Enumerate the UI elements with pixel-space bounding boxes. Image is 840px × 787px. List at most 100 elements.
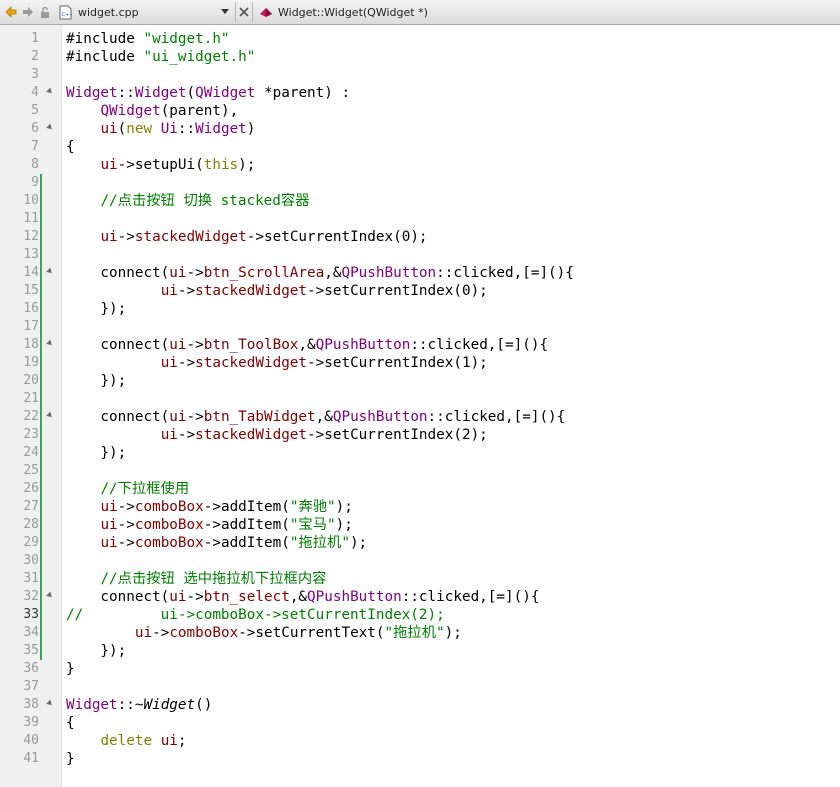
code-line[interactable]: 2 #include "ui_widget.h" xyxy=(0,48,840,66)
line-number: 14 xyxy=(23,265,39,280)
code-line[interactable]: 34 ui->comboBox->setCurrentText("拖拉机"); xyxy=(0,624,840,642)
code-line[interactable]: 6 ui(new Ui::Widget) xyxy=(0,120,840,138)
code-text: Widget::Widget(QWidget *parent) : xyxy=(66,85,351,101)
code-line[interactable]: 38 Widget::~Widget() xyxy=(0,696,840,714)
code-line[interactable]: 35 }); xyxy=(0,642,840,660)
code-text: ui->stackedWidget->setCurrentIndex(0); xyxy=(160,283,488,299)
code-line[interactable]: 30 xyxy=(0,552,840,570)
change-marker xyxy=(40,480,42,498)
fold-arrow-icon[interactable] xyxy=(46,411,54,420)
code-line[interactable]: 31 //点击按钮 选中拖拉机下拉框内容 xyxy=(0,570,840,588)
code-editor[interactable]: 1 #include "widget.h" 2 #include "ui_widget… xyxy=(0,25,840,787)
code-text: ui->comboBox->addItem("拖拉机"); xyxy=(100,535,368,551)
code-line[interactable]: 27 ui->comboBox->addItem("奔驰"); xyxy=(0,498,840,516)
code-text: { xyxy=(66,715,75,731)
code-line[interactable]: 16 }); xyxy=(0,300,840,318)
chevron-down-icon[interactable] xyxy=(221,9,229,15)
code-line[interactable]: 21 xyxy=(0,390,840,408)
code-text: } xyxy=(66,751,75,767)
change-marker xyxy=(40,372,42,390)
line-number: 11 xyxy=(23,211,39,226)
code-line[interactable]: 5 QWidget(parent), xyxy=(0,102,840,120)
fold-arrow-icon[interactable] xyxy=(46,591,54,600)
svg-text:C++: C++ xyxy=(62,12,73,18)
code-line[interactable]: 11 xyxy=(0,210,840,228)
fold-arrow-icon[interactable] xyxy=(46,267,54,276)
change-marker xyxy=(40,462,42,480)
code-line[interactable]: 36} xyxy=(0,660,840,678)
code-text: connect(ui->btn_select,&QPushButton::cli… xyxy=(66,589,540,605)
code-line[interactable]: 13 xyxy=(0,246,840,264)
code-line[interactable]: 19 ui->stackedWidget->setCurrentIndex(1)… xyxy=(0,354,840,372)
code-line[interactable]: 7{ xyxy=(0,138,840,156)
change-marker xyxy=(40,444,42,462)
file-name: widget.cpp xyxy=(78,5,139,19)
change-marker xyxy=(40,336,42,354)
file-selector[interactable]: C++ widget.cpp xyxy=(55,2,233,22)
lock-icon[interactable] xyxy=(36,2,53,22)
code-line[interactable]: 39 { xyxy=(0,714,840,732)
code-line[interactable]: 4 Widget::Widget(QWidget *parent) : xyxy=(0,84,840,102)
line-number: 29 xyxy=(23,535,39,550)
code-text: //下拉框使用 xyxy=(100,481,190,497)
fold-arrow-icon[interactable] xyxy=(46,699,54,708)
code-line[interactable]: 22 connect(ui->btn_TabWidget,&QPushButto… xyxy=(0,408,840,426)
code-line[interactable]: 14 connect(ui->btn_ScrollArea,&QPushButt… xyxy=(0,264,840,282)
line-number: 12 xyxy=(23,229,39,244)
line-number: 25 xyxy=(23,463,39,478)
change-marker xyxy=(40,354,42,372)
code-line[interactable]: 3 xyxy=(0,66,840,84)
line-number: 2 xyxy=(31,49,39,64)
line-number: 6 xyxy=(31,121,39,136)
line-number: 37 xyxy=(23,679,39,694)
change-marker xyxy=(40,588,42,606)
code-line[interactable]: 20 }); xyxy=(0,372,840,390)
fold-arrow-icon[interactable] xyxy=(46,87,54,96)
code-line[interactable]: 32 connect(ui->btn_select,&QPushButton::… xyxy=(0,588,840,606)
code-line[interactable]: 28 ui->comboBox->addItem("宝马"); xyxy=(0,516,840,534)
line-number: 24 xyxy=(23,445,39,460)
close-file-button[interactable] xyxy=(235,2,253,22)
code-line[interactable]: 26 //下拉框使用 xyxy=(0,480,840,498)
fold-arrow-icon[interactable] xyxy=(46,123,54,132)
line-number: 23 xyxy=(23,427,39,442)
code-text: }); xyxy=(66,643,127,659)
symbol-selector[interactable]: Widget::Widget(QWidget *) xyxy=(259,2,428,22)
editor-toolbar: C++ widget.cpp Widget::Widget(QWidget *) xyxy=(0,0,840,25)
code-line[interactable]: 37 xyxy=(0,678,840,696)
code-line[interactable]: 8 ui->setupUi(this); xyxy=(0,156,840,174)
code-line[interactable]: 9 xyxy=(0,174,840,192)
code-line[interactable]: 41} xyxy=(0,750,840,768)
change-marker xyxy=(40,246,42,264)
code-line[interactable]: 33 // ui->comboBox->setCurrentIndex(2); xyxy=(0,606,840,624)
code-text: delete ui; xyxy=(100,733,187,749)
code-line[interactable]: 24 }); xyxy=(0,444,840,462)
code-line[interactable]: 18 connect(ui->btn_ToolBox,&QPushButton:… xyxy=(0,336,840,354)
code-line[interactable]: 10 //点击按钮 切换 stacked容器 xyxy=(0,192,840,210)
code-text: }); xyxy=(66,373,127,389)
code-line[interactable]: 12 ui->stackedWidget->setCurrentIndex(0)… xyxy=(0,228,840,246)
line-number: 19 xyxy=(23,355,39,370)
fold-arrow-icon[interactable] xyxy=(46,339,54,348)
line-number: 7 xyxy=(31,139,39,154)
change-marker xyxy=(40,300,42,318)
change-marker xyxy=(40,498,42,516)
code-text: ui->stackedWidget->setCurrentIndex(1); xyxy=(160,355,488,371)
code-line[interactable]: 40 delete ui; xyxy=(0,732,840,750)
line-number: 32 xyxy=(23,589,39,604)
back-arrow-icon[interactable] xyxy=(2,2,19,22)
code-line[interactable]: 29 ui->comboBox->addItem("拖拉机"); xyxy=(0,534,840,552)
change-marker xyxy=(40,174,42,192)
code-line[interactable]: 25 xyxy=(0,462,840,480)
code-text: //点击按钮 切换 stacked容器 xyxy=(100,193,310,209)
line-number: 38 xyxy=(23,697,39,712)
line-number: 8 xyxy=(31,157,39,172)
code-line[interactable]: 23 ui->stackedWidget->setCurrentIndex(2)… xyxy=(0,426,840,444)
change-marker xyxy=(40,408,42,426)
code-text: ui->stackedWidget->setCurrentIndex(0); xyxy=(100,229,428,245)
code-text: ui(new Ui::Widget) xyxy=(100,121,256,137)
forward-arrow-icon[interactable] xyxy=(19,2,36,22)
code-line[interactable]: 15 ui->stackedWidget->setCurrentIndex(0)… xyxy=(0,282,840,300)
code-line[interactable]: 17 xyxy=(0,318,840,336)
code-line[interactable]: 1 #include "widget.h" xyxy=(0,30,840,48)
